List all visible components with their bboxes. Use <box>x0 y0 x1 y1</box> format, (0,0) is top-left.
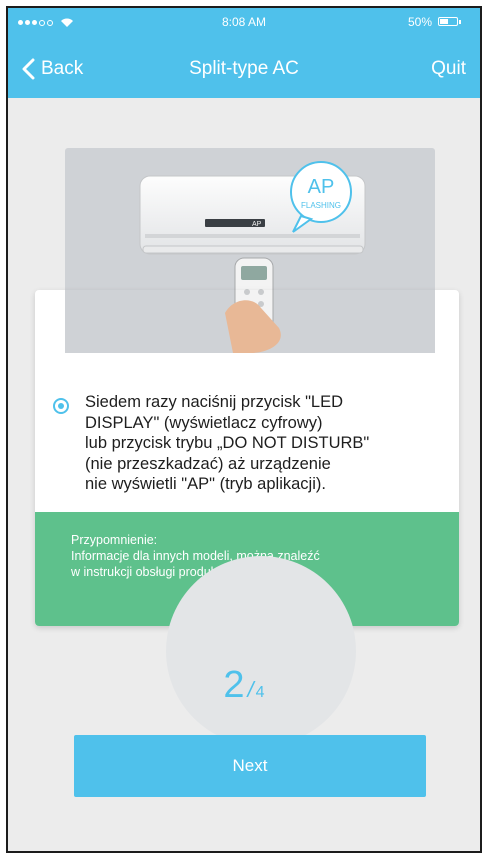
battery-icon <box>438 17 458 26</box>
header: 8:08 AM 50% Back Split-type AC Quit <box>8 8 480 98</box>
nav-bar: Back Split-type AC Quit <box>8 52 480 88</box>
instruction-line: lub przycisk trybu „DO NOT DISTURB" <box>85 434 370 452</box>
ap-bubble-subtitle: FLASHING <box>301 201 341 210</box>
step-current: 2 <box>223 664 245 706</box>
page-title: Split-type AC <box>189 58 299 79</box>
step-separator: / <box>247 677 254 702</box>
hand-remote-image <box>65 290 435 353</box>
battery-percent: 50% <box>407 15 432 29</box>
instruction-line: nie wyświetli "AP" (tryb aplikacji). <box>85 475 326 493</box>
next-button[interactable]: Next <box>74 735 426 797</box>
instruction-line: Siedem razy naciśnij przycisk "LED <box>85 393 344 411</box>
reminder-title: Przypomnienie: <box>71 533 158 547</box>
instruction-line: DISPLAY" (wyświetlacz cyfrowy) <box>85 413 323 432</box>
battery-cap <box>459 20 461 24</box>
instruction-text: Siedem razy naciśnij przycisk "LED DISPL… <box>85 392 445 495</box>
background-circle <box>166 556 356 746</box>
step-indicator: 2/4 <box>8 664 480 707</box>
unit-display-text: AP <box>252 221 262 228</box>
step-total: 4 <box>255 684 265 701</box>
quit-button[interactable]: Quit <box>431 58 466 80</box>
status-bar: 8:08 AM 50% <box>8 14 480 32</box>
step-radio-selected[interactable] <box>53 398 69 414</box>
instruction-line: (nie przeszkadzać) aż urządzenie <box>85 454 331 473</box>
ap-bubble-title: AP <box>308 176 335 198</box>
app-screen: 8:08 AM 50% Back Split-type AC Quit AP A… <box>6 6 482 853</box>
